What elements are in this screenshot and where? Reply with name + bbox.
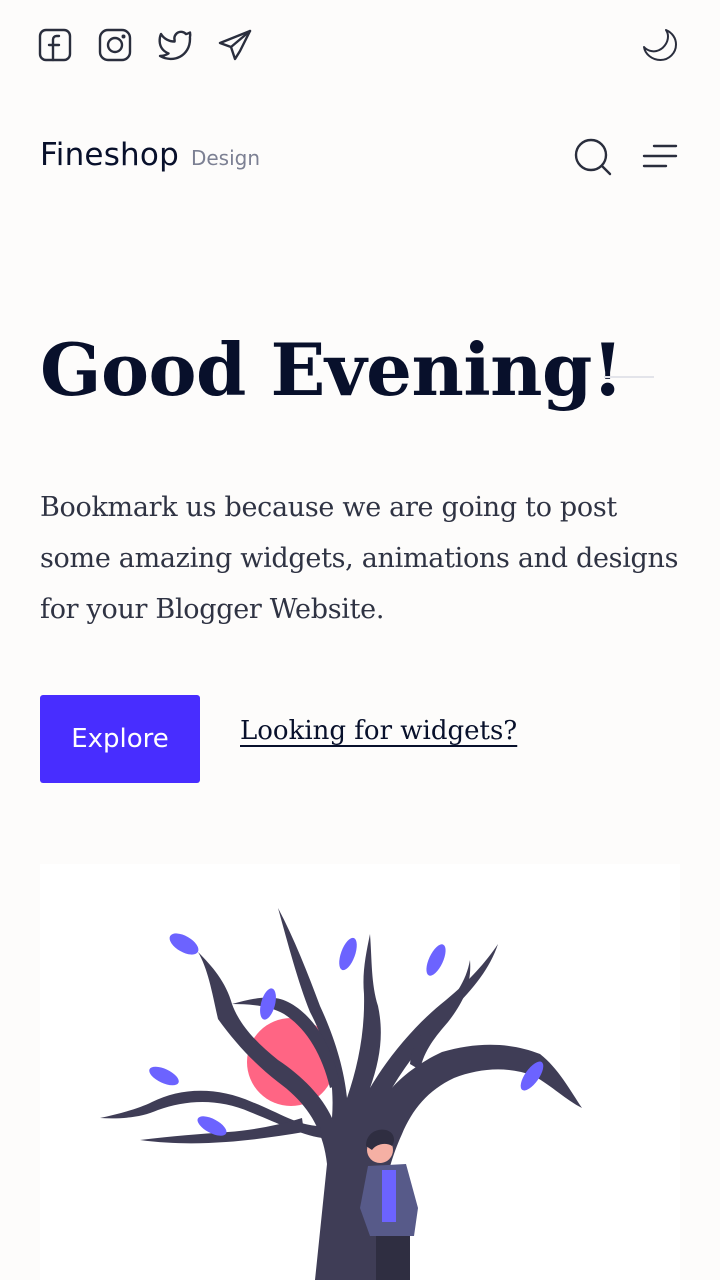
hero-illustration (40, 864, 680, 1280)
hero-title: Good Evening! (40, 327, 623, 412)
widgets-link[interactable]: Looking for widgets? (240, 716, 517, 746)
brand-logo[interactable]: Fineshop Design (40, 137, 260, 173)
search-icon[interactable] (572, 136, 614, 178)
menu-icon[interactable] (640, 138, 680, 174)
brand-name: Fineshop (40, 137, 179, 173)
moon-icon[interactable] (640, 27, 680, 67)
telegram-icon[interactable] (218, 28, 252, 62)
hero-description: Bookmark us because we are going to post… (40, 492, 679, 625)
title-divider (604, 376, 654, 378)
site-header: Fineshop Design (0, 128, 720, 188)
brand-subtitle: Design (190, 146, 261, 170)
facebook-icon[interactable] (38, 28, 72, 62)
social-links (38, 28, 252, 62)
explore-button[interactable]: Explore (40, 695, 200, 783)
top-bar (0, 0, 720, 96)
twitter-icon[interactable] (158, 28, 192, 62)
instagram-icon[interactable] (98, 28, 132, 62)
